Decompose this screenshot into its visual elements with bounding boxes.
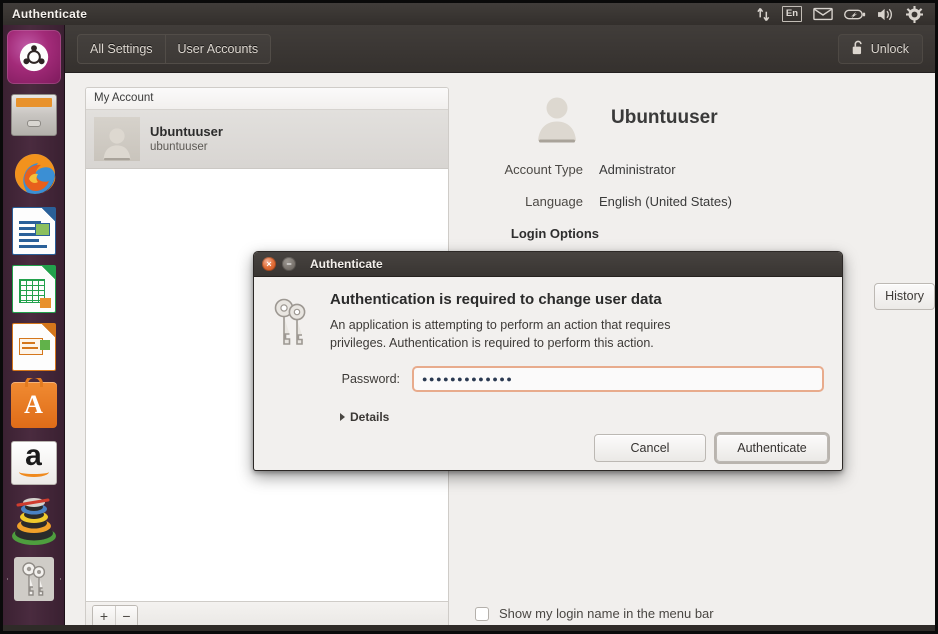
close-icon[interactable]: × xyxy=(262,257,276,271)
keyboard-layout-indicator[interactable]: En xyxy=(781,3,802,25)
password-input[interactable]: ●●●●●●●●●●●●● xyxy=(412,366,824,393)
page-title: Ubuntuuser xyxy=(611,107,718,128)
libreoffice-writer-icon xyxy=(11,207,56,255)
software-center-icon: A xyxy=(10,378,57,428)
show-login-name-checkbox[interactable] xyxy=(475,606,489,621)
minimize-glyph: − xyxy=(286,258,292,269)
padlock-open-icon xyxy=(852,40,864,58)
list-item-login: ubuntuuser xyxy=(150,140,208,153)
list-item[interactable]: Ubuntuuser ubuntuuser xyxy=(86,110,448,169)
minimize-icon[interactable]: − xyxy=(282,257,296,271)
language-label: Language xyxy=(525,194,583,209)
account-avatar[interactable] xyxy=(529,91,585,145)
launcher-dash[interactable] xyxy=(6,30,61,84)
top-panel: Authenticate En xyxy=(3,3,935,25)
language-row: Language English (United States) xyxy=(475,194,921,209)
launcher-impress[interactable] xyxy=(7,320,61,374)
authenticate-dialog: × − Authenticate Authentication is requi… xyxy=(253,251,843,471)
add-remove-user-group: + − xyxy=(92,605,138,627)
all-settings-button[interactable]: All Settings xyxy=(78,35,165,63)
account-type-label: Account Type xyxy=(504,162,583,177)
list-item-text: Ubuntuuser ubuntuuser xyxy=(150,124,223,155)
chevron-right-icon xyxy=(340,413,345,422)
close-glyph: × xyxy=(266,258,272,269)
user-accounts-button[interactable]: User Accounts xyxy=(166,35,271,63)
remove-user-button[interactable]: − xyxy=(115,606,137,626)
account-type-row: Account Type Administrator xyxy=(475,162,921,177)
panel-app-title: Authenticate xyxy=(12,7,88,21)
cancel-button[interactable]: Cancel xyxy=(594,434,706,463)
launcher-software-center[interactable]: A xyxy=(7,378,61,432)
firefox-icon xyxy=(14,154,55,194)
libreoffice-impress-icon xyxy=(11,323,56,371)
password-row: Password: ●●●●●●●●●●●●● xyxy=(330,366,824,393)
language-value[interactable]: English (United States) xyxy=(599,194,732,209)
dialog-titlebar: × − Authenticate xyxy=(254,252,842,277)
breadcrumb: All Settings User Accounts xyxy=(77,33,272,64)
messaging-indicator-icon[interactable] xyxy=(813,3,833,25)
dialog-heading: Authentication is required to change use… xyxy=(330,291,662,308)
amazon-icon: a xyxy=(10,441,57,485)
list-item-name: Ubuntuuser xyxy=(150,123,223,139)
panel-indicators: En xyxy=(756,3,935,25)
launcher-amazon[interactable]: a xyxy=(7,436,61,490)
ubuntu-logo-icon xyxy=(6,30,61,84)
file-manager-icon xyxy=(10,94,57,136)
keys-icon xyxy=(13,557,54,601)
launcher-system-settings[interactable] xyxy=(7,494,61,548)
show-login-name-label: Show my login name in the menu bar xyxy=(499,606,714,621)
desktop-screen: Authenticate En A a All Settings User Ac… xyxy=(0,0,938,634)
dialog-content: Authentication is required to change use… xyxy=(318,291,824,424)
system-settings-icon xyxy=(11,498,56,545)
user-list-header: My Account xyxy=(86,88,448,110)
details-expander[interactable]: Details xyxy=(330,410,824,424)
unity-launcher: A a xyxy=(3,25,65,631)
dialog-body-line-2: privileges. Authentication is required t… xyxy=(330,336,654,351)
launcher-calc[interactable] xyxy=(7,262,61,316)
network-indicator-icon[interactable] xyxy=(756,3,771,25)
account-type-value[interactable]: Administrator xyxy=(599,162,676,177)
system-menu-icon[interactable] xyxy=(906,3,923,25)
unlock-button[interactable]: Unlock xyxy=(837,33,923,64)
account-header: Ubuntuuser xyxy=(475,91,921,145)
authenticate-button[interactable]: Authenticate xyxy=(716,434,828,463)
launcher-firefox[interactable] xyxy=(7,146,61,200)
volume-indicator-icon[interactable] xyxy=(877,3,895,25)
history-button[interactable]: History xyxy=(874,283,935,310)
dialog-actions: Cancel Authenticate xyxy=(254,424,842,470)
show-login-name-row[interactable]: Show my login name in the menu bar xyxy=(475,606,714,621)
dialog-body-line-1: An application is attempting to perform … xyxy=(330,318,671,332)
password-label: Password: xyxy=(341,372,400,387)
launcher-files[interactable] xyxy=(7,88,61,142)
launcher-authenticate[interactable] xyxy=(6,552,61,606)
keyboard-layout-label: En xyxy=(781,5,802,23)
window-toolbar: All Settings User Accounts Unlock xyxy=(65,25,935,73)
battery-indicator-icon[interactable] xyxy=(844,3,866,25)
launcher-writer[interactable] xyxy=(7,204,61,258)
dialog-title: Authenticate xyxy=(310,257,383,271)
details-label: Details xyxy=(350,410,390,425)
unlock-label: Unlock xyxy=(870,41,909,56)
keys-icon xyxy=(268,291,318,424)
libreoffice-calc-icon xyxy=(11,265,56,313)
add-user-button[interactable]: + xyxy=(93,606,115,626)
login-options-heading: Login Options xyxy=(510,226,599,241)
dialog-body: Authentication is required to change use… xyxy=(254,277,842,424)
window-bottom-strip xyxy=(3,625,935,631)
avatar xyxy=(94,117,140,161)
